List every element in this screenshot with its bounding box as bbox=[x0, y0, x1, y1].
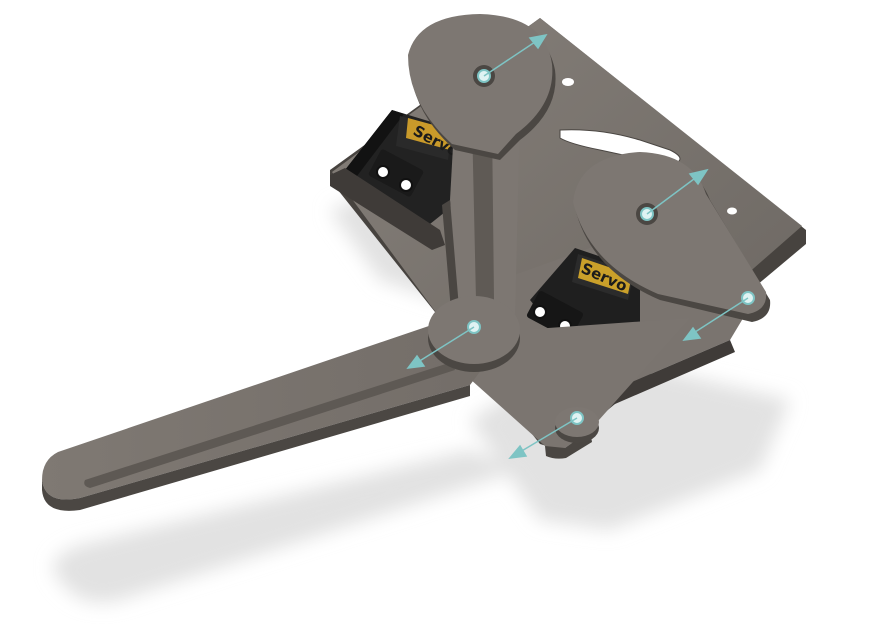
center-joint bbox=[428, 296, 520, 372]
cad-viewport: Servo Servo bbox=[0, 0, 878, 637]
plate-hole bbox=[727, 207, 737, 215]
mechanism-drawing: Servo Servo bbox=[42, 14, 806, 603]
plate-hole bbox=[562, 78, 574, 86]
bottom-joint bbox=[555, 407, 599, 443]
